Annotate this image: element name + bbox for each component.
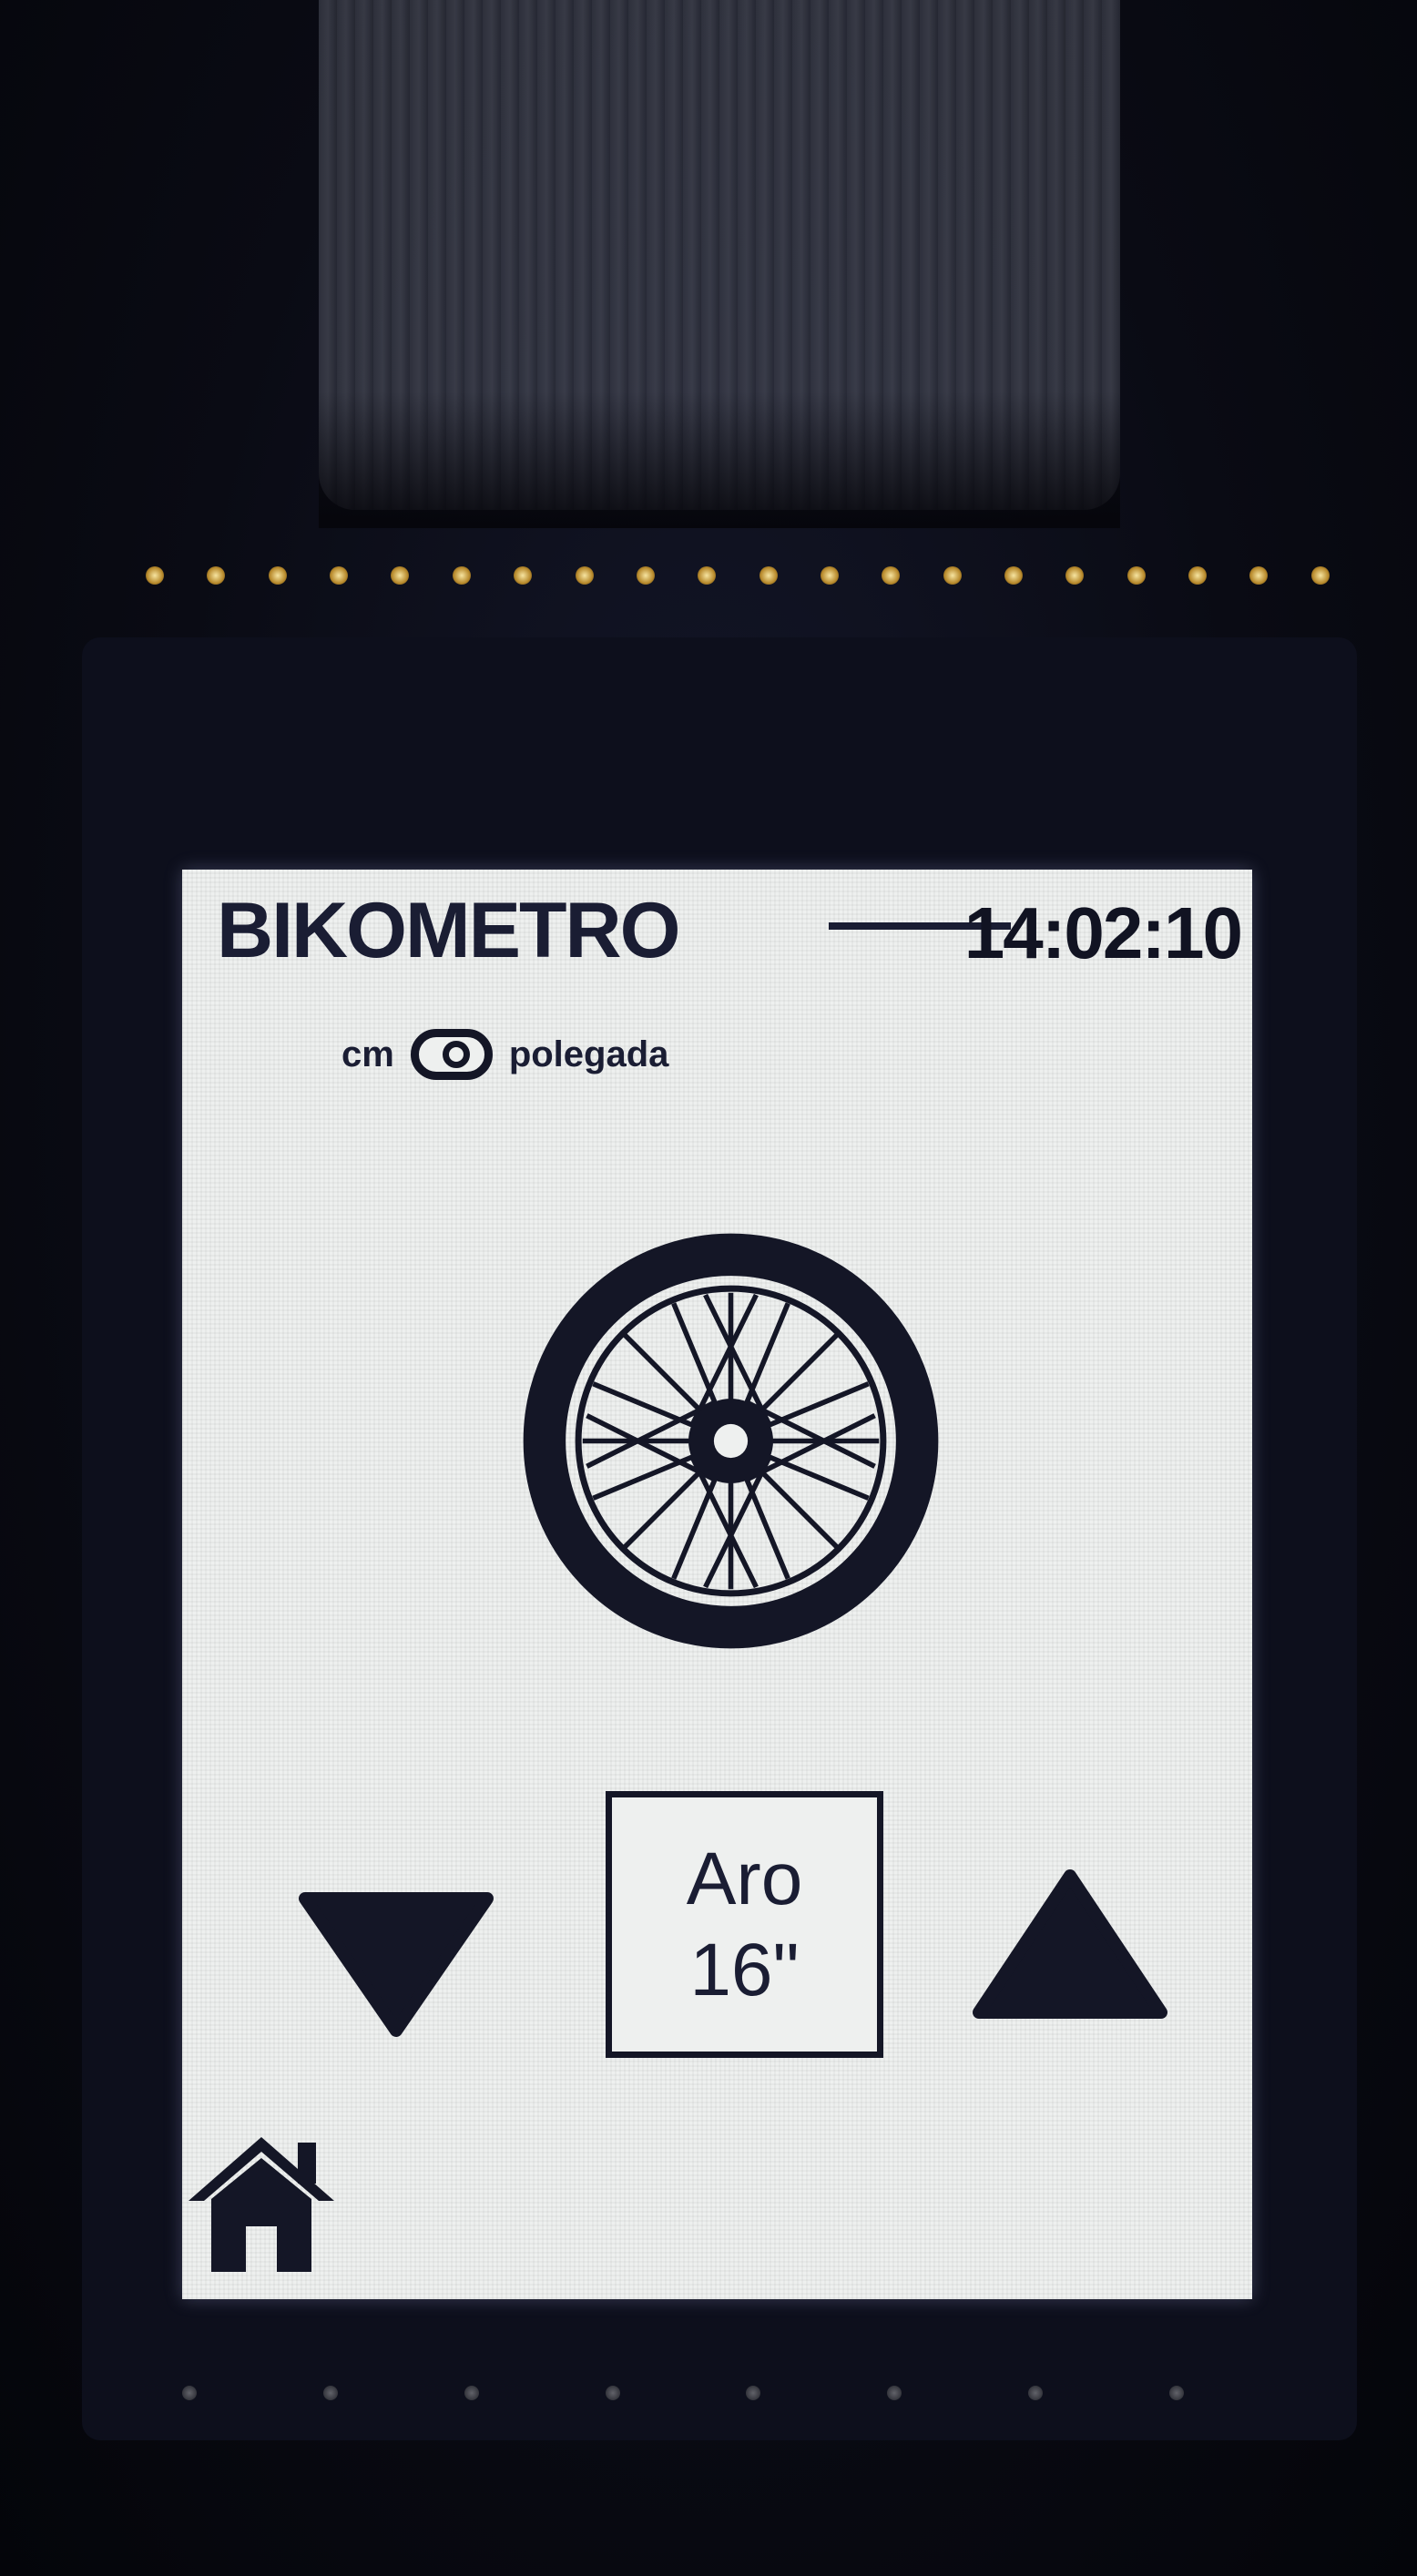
ribbon-shadow [319,392,1120,528]
rim-size-value: 16" [689,1928,800,2011]
unit-label-cm: cm [342,1033,394,1074]
home-button[interactable] [184,2126,339,2276]
bottom-pins [182,2386,1184,2413]
triangle-down-icon [299,1892,494,2037]
home-icon [189,2137,334,2272]
rim-size-label: Aro [686,1837,803,1920]
toggle-knob [442,1041,470,1068]
triangle-up-icon [973,1869,1167,2019]
bicycle-wheel-icon [523,1233,939,1649]
lcd-screen: BIKOMETRO 14:02:10 cm polegada Aro 16" [182,870,1252,2299]
header-pins [146,557,1330,594]
title-bar: BIKOMETRO 14:02:10 [200,877,1243,977]
decrease-size-button[interactable] [296,1862,496,2044]
unit-toggle-row: cm polegada [342,1029,668,1080]
app-title: BIKOMETRO [217,887,681,974]
rim-size-display: Aro 16" [606,1791,883,2058]
photo-scene: BIKOMETRO 14:02:10 cm polegada Aro 16" [0,0,1417,2576]
unit-toggle-switch[interactable] [410,1029,493,1080]
unit-label-polegada: polegada [508,1033,669,1074]
clock: 14:02:10 [963,892,1243,973]
increase-size-button[interactable] [970,1858,1170,2040]
